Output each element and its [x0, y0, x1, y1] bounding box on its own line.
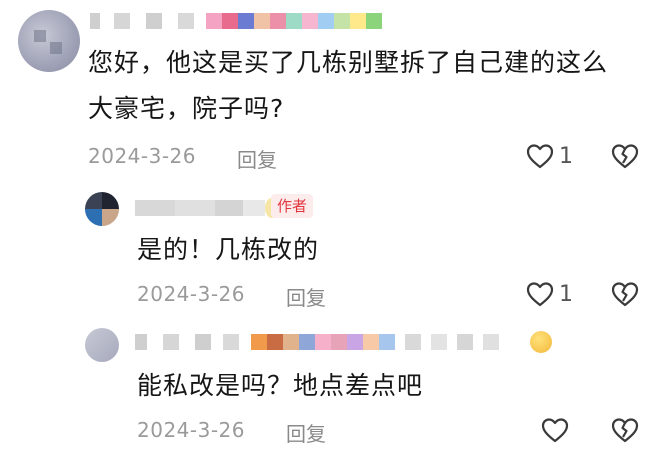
avatar[interactable] [18, 10, 80, 72]
comment-text-line: 大豪宅，院子吗? [88, 94, 285, 123]
like-count: 1 [559, 143, 573, 169]
avatar-blur [85, 192, 102, 209]
like-count: 1 [559, 281, 573, 307]
author-badge: 作者 [271, 194, 314, 218]
avatar-blur [50, 42, 62, 54]
broken-heart-icon[interactable] [610, 416, 640, 444]
comment-text: 能私改是吗？地点差点吧 [137, 371, 424, 400]
avatar-blur [102, 192, 119, 209]
comment-date: 2024-3-26 [137, 282, 246, 306]
broken-heart-icon[interactable] [610, 280, 640, 308]
reply-button[interactable]: 回复 [237, 144, 277, 173]
username-redacted[interactable] [135, 334, 509, 350]
heart-outline-icon [526, 282, 554, 307]
reply-button[interactable]: 回复 [286, 418, 326, 447]
username-redacted[interactable] [90, 13, 382, 29]
heart-outline-icon [541, 418, 569, 443]
avatar[interactable] [85, 328, 119, 362]
avatar[interactable] [85, 192, 119, 226]
avatar-blur [85, 209, 102, 226]
comment-text-line: 您好，他这是买了几栋别墅拆了自己建的这么 [88, 48, 609, 77]
username-redacted[interactable] [135, 198, 279, 218]
comment-text: 是的！几栋改的 [137, 235, 320, 264]
heart-outline-icon [526, 144, 554, 169]
avatar-blur [102, 209, 119, 226]
emoji-icon [530, 331, 552, 353]
broken-heart-icon[interactable] [610, 142, 640, 170]
like-button[interactable]: 1 [525, 280, 573, 308]
comment-date: 2024-3-26 [137, 418, 246, 442]
reply-button[interactable]: 回复 [286, 282, 326, 311]
comment-text: 您好，他这是买了几栋别墅拆了自己建的这么 大豪宅，院子吗? [88, 40, 608, 132]
comment-date: 2024-3-26 [88, 144, 197, 168]
avatar-blur [34, 30, 46, 42]
like-button[interactable]: 1 [525, 142, 573, 170]
like-button[interactable] [540, 416, 574, 444]
